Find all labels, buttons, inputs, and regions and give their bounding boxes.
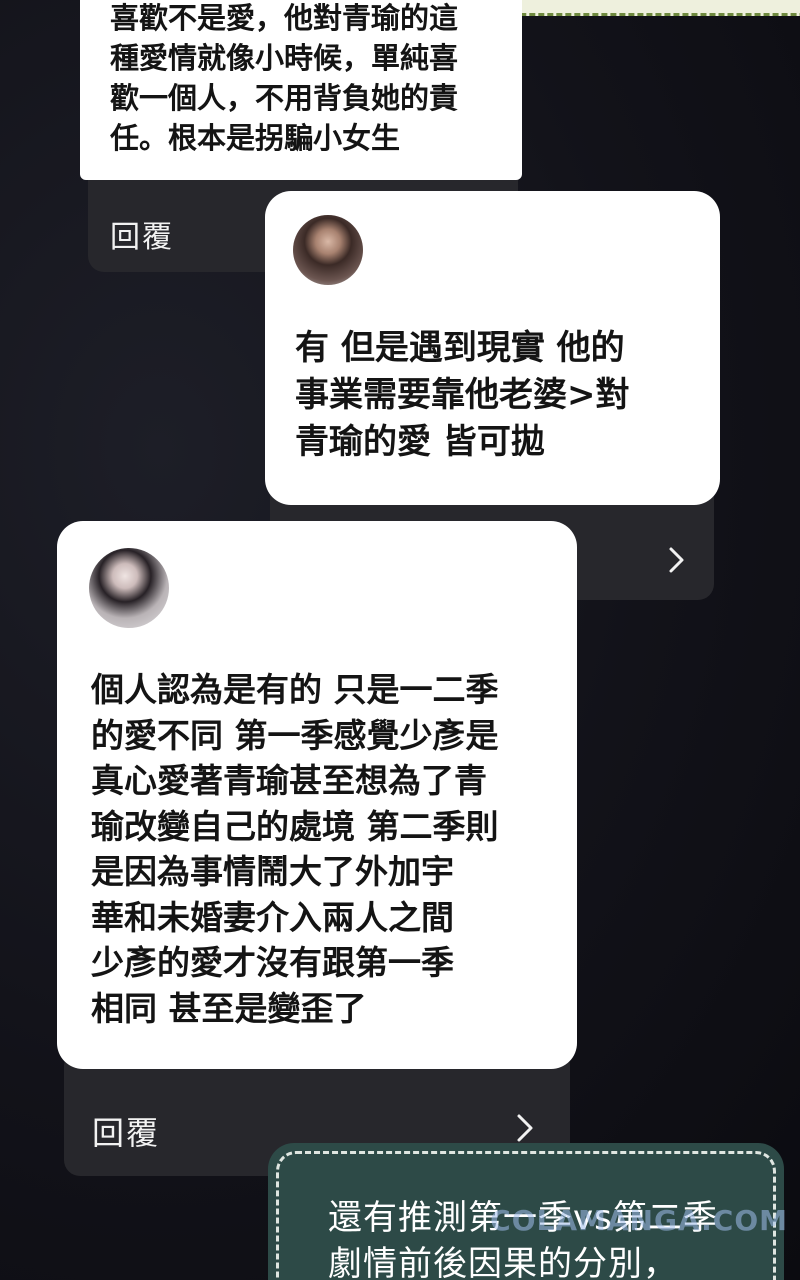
reply-button[interactable]: 回覆 xyxy=(110,212,174,256)
user-avatar xyxy=(89,548,169,628)
watermark: COLAMANGA.COM xyxy=(490,1204,788,1237)
chevron-right-icon[interactable] xyxy=(514,1112,536,1142)
comment-card-3: 個人認為是有的 只是一二季 的愛不同 第一季感覺少彥是 真心愛著青瑜甚至想為了青… xyxy=(57,521,577,1069)
comment-text: 有 但是遇到現實 他的 事業需要靠他老婆>對 青瑜的愛 皆可拋 xyxy=(295,328,630,462)
comment-card-2: 有 但是遇到現實 他的 事業需要靠他老婆>對 青瑜的愛 皆可拋 xyxy=(265,191,720,505)
comment-card-1: 喜歡不是愛，他對青瑜的這 種愛情就像小時候，單純喜 歡一個人，不用背負她的責 任… xyxy=(80,0,522,180)
comment-text: 個人認為是有的 只是一二季 的愛不同 第一季感覺少彥是 真心愛著青瑜甚至想為了青… xyxy=(91,670,499,1028)
comment-text: 喜歡不是愛，他對青瑜的這 種愛情就像小時候，單純喜 歡一個人，不用背負她的責 任… xyxy=(110,1,459,155)
chevron-right-icon[interactable] xyxy=(666,546,688,573)
user-avatar xyxy=(293,215,363,285)
reply-button[interactable]: 回覆 xyxy=(92,1108,160,1154)
